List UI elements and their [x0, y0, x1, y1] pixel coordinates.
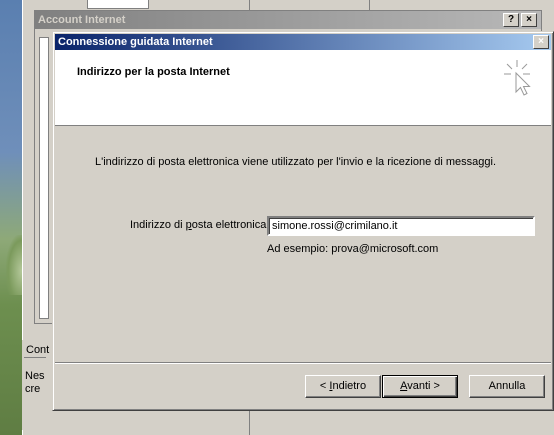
folder-tab — [87, 0, 149, 9]
cursor-click-icon — [504, 60, 531, 96]
email-example-hint: Ad esempio: prova@microsoft.com — [267, 243, 439, 255]
email-label: Indirizzo di posta elettronica: — [130, 219, 269, 231]
email-label-prefix: Indirizzo di — [130, 219, 186, 231]
account-list-edge — [39, 37, 49, 319]
next-accelerator: A — [400, 380, 408, 392]
contacts-panel-text: Nes cre — [25, 370, 45, 395]
wizard-title-bar: Connessione guidata Internet × — [55, 34, 551, 50]
wizard-close-button[interactable]: × — [533, 35, 549, 49]
cancel-button[interactable]: Annulla — [469, 375, 545, 398]
wizard-header-title: Indirizzo per la posta Internet — [77, 66, 230, 78]
contacts-panel-tab[interactable]: Cont — [24, 342, 49, 358]
connection-wizard-dialog: Connessione guidata Internet × Indirizzo… — [52, 31, 554, 411]
help-button[interactable]: ? — [503, 13, 519, 27]
close-button[interactable]: × — [521, 13, 537, 27]
button-separator — [55, 362, 551, 364]
contacts-panel: Cont Nes cre — [22, 340, 49, 430]
account-window-title: Account Internet — [35, 11, 541, 29]
back-accelerator: I — [329, 380, 333, 392]
back-button[interactable]: < Indietro — [305, 375, 381, 398]
next-button[interactable]: Avanti > — [382, 375, 458, 398]
email-label-suffix: osta elettronica: — [191, 219, 270, 231]
email-input[interactable] — [267, 216, 535, 236]
wizard-description: L'indirizzo di posta elettronica viene u… — [95, 156, 497, 168]
wizard-title: Connessione guidata Internet — [58, 36, 213, 48]
pane-divider-bottom — [249, 411, 250, 435]
wizard-header: Indirizzo per la posta Internet — [55, 50, 551, 126]
